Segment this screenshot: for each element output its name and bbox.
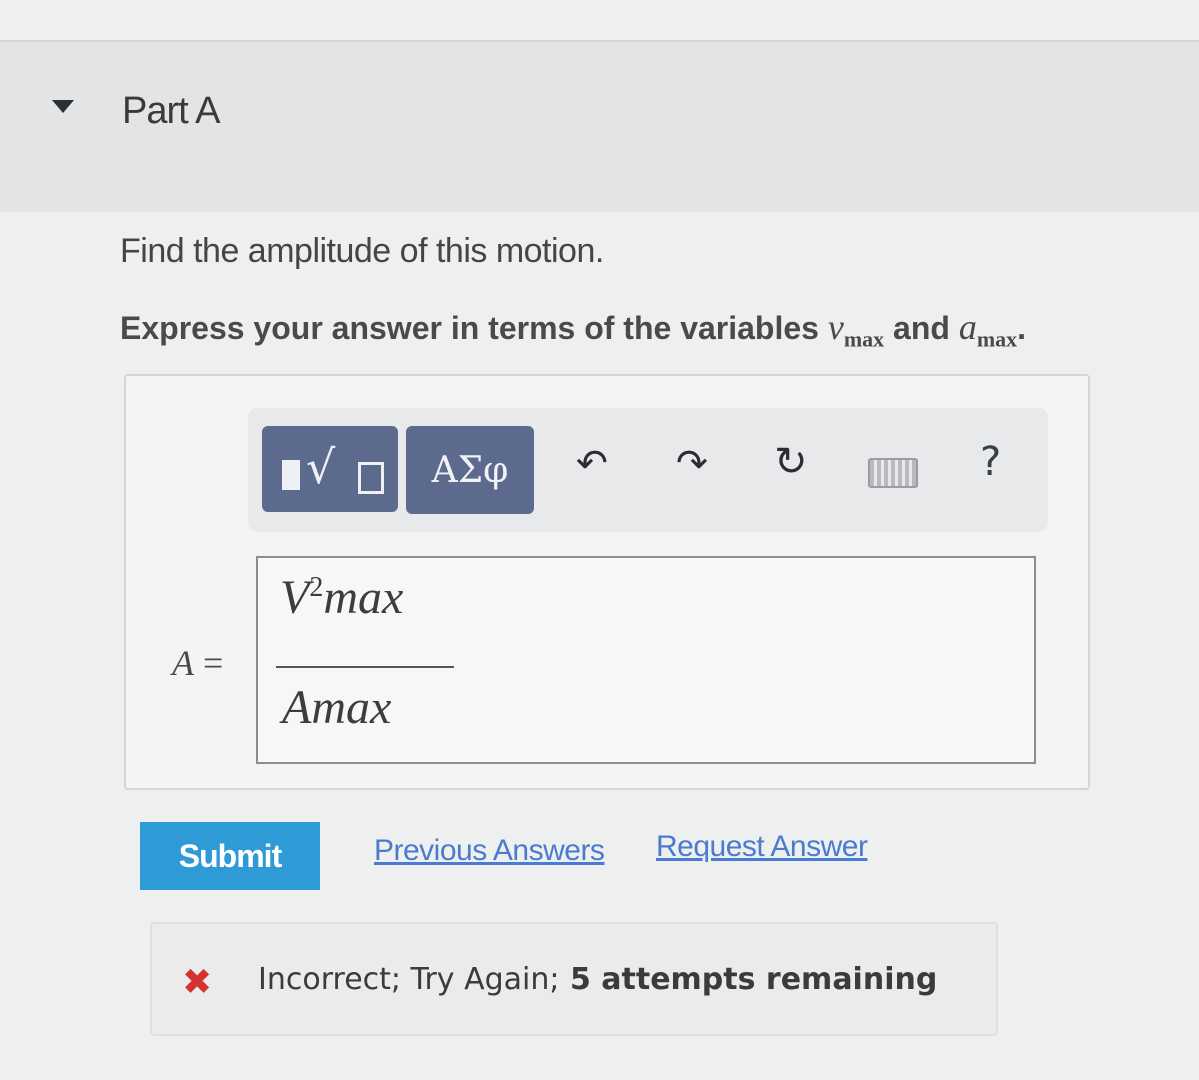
variable-a: a — [958, 307, 977, 347]
answer-input[interactable]: V2max Amax — [256, 556, 1036, 764]
incorrect-x-icon: ✖ — [182, 962, 213, 1003]
feedback-box: ✖ Incorrect; Try Again; 5 attempts remai… — [150, 922, 998, 1036]
numerator-rest: max — [323, 571, 404, 624]
template-slot-icon — [358, 462, 384, 494]
variable-a-subscript: max — [976, 326, 1018, 352]
numerator-base: V — [280, 571, 310, 624]
feedback-status: Incorrect; Try Again; — [258, 962, 560, 997]
answer-label: A = — [172, 642, 223, 684]
fraction-denominator[interactable]: Amax — [282, 680, 391, 735]
request-answer-link[interactable]: Request Answer — [656, 830, 868, 864]
part-header[interactable]: Part A — [0, 40, 1199, 212]
reset-icon[interactable]: ↻ — [774, 442, 808, 482]
numerator-exponent: 2 — [309, 572, 324, 603]
instruction-and: and — [884, 310, 959, 346]
variable-v-subscript: max — [843, 326, 885, 352]
undo-icon[interactable]: ↶ — [576, 444, 608, 482]
previous-answers-link[interactable]: Previous Answers — [374, 834, 605, 868]
feedback-attempts: 5 attempts remaining — [559, 962, 938, 997]
instruction-text: Express your answer in terms of the vari… — [120, 306, 1026, 352]
fraction-bar — [276, 666, 454, 668]
fraction-numerator[interactable]: V2max — [280, 570, 403, 625]
feedback-text: Incorrect; Try Again; 5 attempts remaini… — [258, 962, 937, 997]
radical-icon: √ — [306, 440, 336, 494]
template-box-icon — [282, 460, 300, 490]
templates-button[interactable]: √ — [262, 426, 398, 512]
part-title: Part A — [122, 90, 220, 132]
submit-button[interactable]: Submit — [140, 822, 320, 890]
answer-panel: √ ΑΣφ ↶ ↷ ↻ ? A = V2max Amax — [124, 374, 1090, 790]
help-icon[interactable]: ? — [980, 442, 1001, 482]
keyboard-icon[interactable] — [868, 458, 918, 488]
instruction-prefix: Express your answer in terms of the vari… — [120, 310, 828, 346]
question-text: Find the amplitude of this motion. — [120, 232, 604, 270]
symbols-button[interactable]: ΑΣφ — [406, 426, 534, 514]
math-toolbar: √ ΑΣφ ↶ ↷ ↻ ? — [248, 408, 1048, 532]
variable-v: v — [827, 307, 844, 347]
answer-variable: A — [172, 643, 194, 683]
caret-down-icon[interactable] — [52, 100, 74, 113]
answer-equals: = — [194, 643, 224, 683]
redo-icon[interactable]: ↷ — [676, 444, 708, 482]
instruction-suffix: . — [1017, 310, 1027, 346]
